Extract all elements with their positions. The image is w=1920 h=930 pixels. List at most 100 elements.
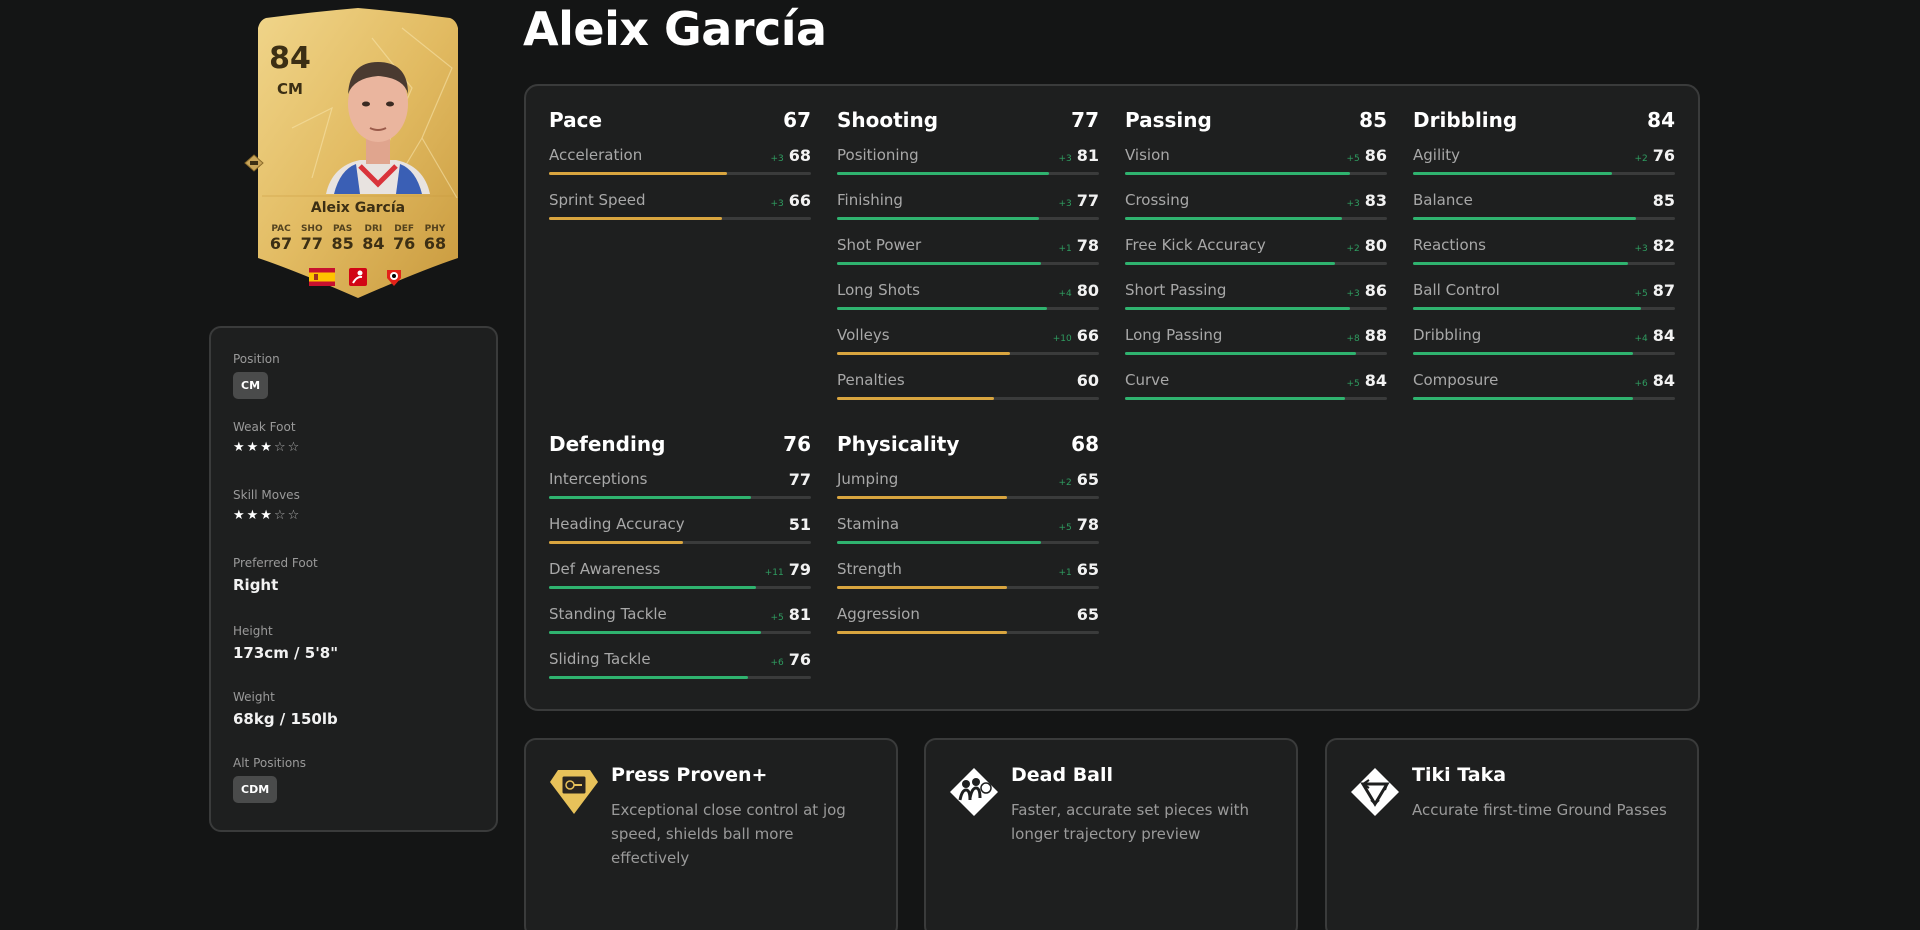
press-proven-plus-icon xyxy=(550,770,598,814)
alt-position-chip[interactable]: CDM xyxy=(233,776,278,803)
card-chemistry-gem-icon xyxy=(244,154,264,172)
card-position: CM xyxy=(277,80,303,98)
card-stat-sho: SHO 77 xyxy=(297,224,327,253)
attribute-label: Interceptions xyxy=(549,470,648,488)
card-stat-value: 67 xyxy=(269,234,293,253)
playstyle-description: Exceptional close control at jog speed, … xyxy=(611,801,846,867)
attribute-boost: +5 xyxy=(1058,523,1072,533)
attribute-boost: +4 xyxy=(1634,334,1648,344)
attribute-value-wrap: 60 xyxy=(1072,371,1099,390)
attribute-bar-track xyxy=(1413,352,1675,355)
group-value: 67 xyxy=(783,108,811,132)
card-player-name: Aleix García xyxy=(310,200,406,216)
attribute-bar-track xyxy=(1413,172,1675,175)
card-overall-rating: 84 xyxy=(269,41,311,76)
attribute-bar-track xyxy=(549,541,811,544)
attribute-row: Finishing +3 77 xyxy=(837,189,1099,234)
attribute-row: Ball Control +5 87 xyxy=(1413,279,1675,324)
attribute-bar-fill xyxy=(1413,217,1636,220)
attribute-label: Long Passing xyxy=(1125,326,1223,344)
attribute-group-passing: Passing 85 Vision +5 86 Crossing +3 83 F… xyxy=(1125,108,1387,414)
attribute-boost: +5 xyxy=(1346,379,1360,389)
attribute-bar-fill xyxy=(549,172,728,175)
attribute-bar-fill xyxy=(549,586,756,589)
attribute-row: Free Kick Accuracy +2 80 xyxy=(1125,234,1387,279)
group-header: Passing 85 xyxy=(1125,108,1387,144)
attribute-bar-fill xyxy=(549,496,751,499)
attribute-value: 79 xyxy=(788,560,811,579)
card-stat-label: PAS xyxy=(332,224,353,234)
player-page: 84 CM Aleix García PAC 67 SHO 77 PAS 85 DRI… xyxy=(0,0,1920,930)
attribute-value: 65 xyxy=(1076,560,1099,579)
position-chip[interactable]: CM xyxy=(233,372,269,399)
attribute-label: Free Kick Accuracy xyxy=(1125,236,1266,254)
attribute-label: Agility xyxy=(1413,146,1461,164)
attribute-bar-fill xyxy=(837,307,1047,310)
playstyle-card[interactable]: Press Proven+ Exceptional close control … xyxy=(524,738,898,930)
attribute-row: Stamina +5 78 xyxy=(837,513,1099,558)
bundesliga-logo-icon xyxy=(349,268,367,286)
attribute-group-defending: Defending 76 Interceptions 77 Heading Ac… xyxy=(549,432,811,693)
attribute-label: Sprint Speed xyxy=(549,191,646,209)
attribute-row: Long Shots +4 80 xyxy=(837,279,1099,324)
weak-foot-label: Weak Foot xyxy=(233,420,296,434)
attribute-boost: +6 xyxy=(770,658,784,668)
attribute-value-wrap: +5 84 xyxy=(1346,371,1387,390)
attribute-row: Reactions +3 82 xyxy=(1413,234,1675,279)
attribute-label: Penalties xyxy=(837,371,905,389)
playstyle-card[interactable]: Tiki Taka Accurate first-time Ground Pas… xyxy=(1325,738,1699,930)
info-weak-foot: Weak Foot ★★★☆☆ xyxy=(233,420,301,455)
attribute-bar-track xyxy=(837,586,1099,589)
attribute-bar-track xyxy=(1125,172,1387,175)
preferred-foot-label: Preferred Foot xyxy=(233,556,318,570)
attribute-value-wrap: +4 80 xyxy=(1058,281,1099,300)
attribute-boost: +3 xyxy=(770,199,784,209)
attribute-bar-fill xyxy=(837,586,1008,589)
attribute-boost: +5 xyxy=(1634,289,1648,299)
weak-foot-stars: ★★★☆☆ xyxy=(233,440,302,455)
attribute-bar-track xyxy=(1125,307,1387,310)
attribute-row: Sliding Tackle +6 76 xyxy=(549,648,811,693)
card-stat-label: PAC xyxy=(271,224,291,234)
playstyle-title: Press Proven+ xyxy=(611,764,768,786)
attribute-row: Standing Tackle +5 81 xyxy=(549,603,811,648)
attribute-bar-fill xyxy=(549,631,762,634)
attribute-label: Curve xyxy=(1125,371,1170,389)
attribute-row: Def Awareness +11 79 xyxy=(549,558,811,603)
attribute-row: Dribbling +4 84 xyxy=(1413,324,1675,369)
attribute-value: 51 xyxy=(788,515,811,534)
playstyle-card[interactable]: Dead Ball Faster, accurate set pieces wi… xyxy=(924,738,1298,930)
group-header: Physicality 68 xyxy=(837,432,1099,468)
group-header: Dribbling 84 xyxy=(1413,108,1675,144)
preferred-foot-value: Right xyxy=(233,576,279,594)
skill-moves-label: Skill Moves xyxy=(233,488,300,502)
attribute-value: 66 xyxy=(1076,326,1099,345)
attribute-boost: +1 xyxy=(1058,568,1072,578)
attribute-value-wrap: +3 83 xyxy=(1346,191,1387,210)
attribute-row: Penalties 60 xyxy=(837,369,1099,414)
attribute-label: Acceleration xyxy=(549,146,643,164)
attribute-value: 76 xyxy=(1652,146,1675,165)
attribute-boost: +2 xyxy=(1346,244,1360,254)
attribute-boost: +3 xyxy=(770,154,784,164)
attribute-value: 65 xyxy=(1076,470,1099,489)
attribute-label: Heading Accuracy xyxy=(549,515,685,533)
attribute-label: Reactions xyxy=(1413,236,1486,254)
attribute-label: Short Passing xyxy=(1125,281,1227,299)
attribute-row: Positioning +3 81 xyxy=(837,144,1099,189)
group-name: Pace xyxy=(549,108,603,132)
attribute-value: 85 xyxy=(1652,191,1675,210)
attribute-label: Vision xyxy=(1125,146,1170,164)
attribute-group-physicality: Physicality 68 Jumping +2 65 Stamina +5 … xyxy=(837,432,1099,648)
attribute-row: Composure +6 84 xyxy=(1413,369,1675,414)
attribute-label: Balance xyxy=(1413,191,1473,209)
alt-positions-label: Alt Positions xyxy=(233,756,307,770)
attribute-value: 86 xyxy=(1364,281,1387,300)
attribute-boost: +2 xyxy=(1634,154,1648,164)
attribute-label: Finishing xyxy=(837,191,903,209)
attribute-bar-fill xyxy=(837,172,1050,175)
attribute-bar-fill xyxy=(1413,352,1634,355)
card-stats: PAC 67 SHO 77 PAS 85 DRI 84 DEF 76 PHY 68 xyxy=(266,224,450,253)
info-alt-positions: Alt Positions CDM xyxy=(233,756,306,803)
attribute-row: Strength +1 65 xyxy=(837,558,1099,603)
